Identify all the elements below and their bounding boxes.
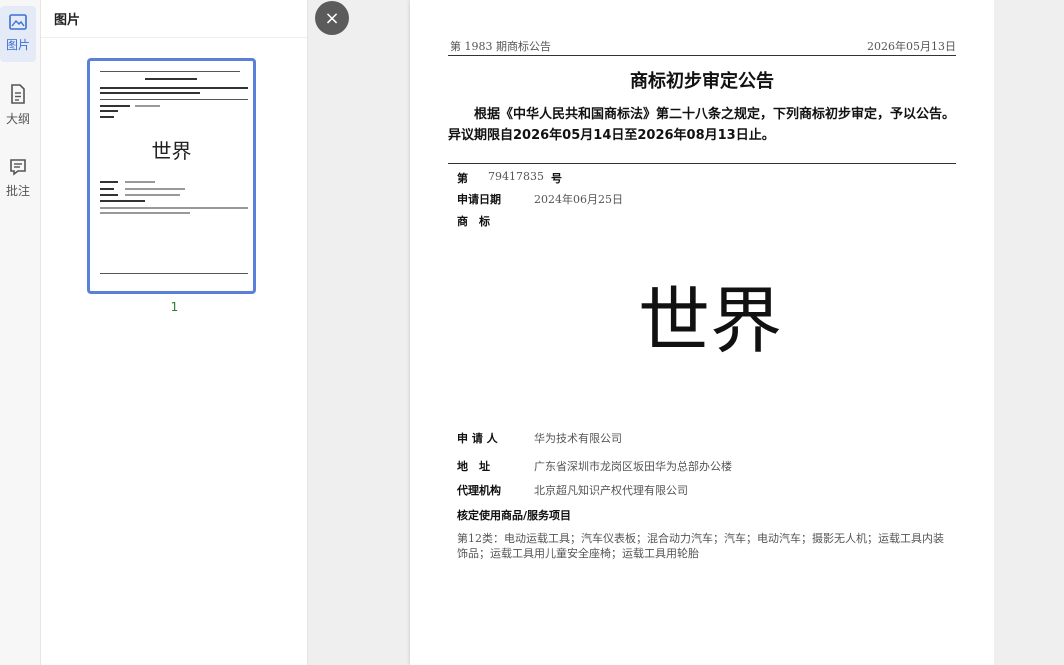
apply-date-value: 2024年06月25日	[534, 193, 623, 206]
thumb-header-rule	[100, 71, 240, 72]
thumb-text-line	[100, 212, 190, 214]
thumb-field-line	[125, 188, 185, 190]
thumb-field-line	[100, 105, 130, 107]
document-icon	[10, 84, 26, 108]
section-divider	[448, 163, 956, 164]
agent-label: 代理机构	[457, 484, 501, 497]
intro-paragraph: 根据《中华人民共和国商标法》第二十八条之规定，下列商标初步审定，予以公告。异议期…	[448, 107, 956, 143]
thumb-mark: 世界	[151, 139, 192, 163]
thumb-field-line	[100, 188, 114, 190]
thumb-field-line	[100, 116, 114, 118]
thumbnail-panel-title: 图片	[41, 0, 307, 38]
goods-label: 核定使用商品/服务项目	[457, 509, 572, 522]
left-icon-rail: 图片 大纲 批注	[0, 0, 41, 665]
right-gutter	[994, 0, 1064, 665]
sidebar-item-label: 图片	[5, 38, 30, 52]
thumb-field-line	[100, 181, 118, 183]
page-thumbnail[interactable]: 世界	[87, 58, 256, 294]
document-page: 第 1983 期商标公告 2026年05月13日 商标初步审定公告 根据《中华人…	[410, 0, 994, 665]
reg-no-value: 79417835	[488, 170, 544, 183]
thumb-divider	[100, 99, 248, 100]
header-rule	[448, 55, 956, 56]
applicant-value: 华为技术有限公司	[534, 432, 622, 445]
image-icon	[9, 14, 27, 34]
sidebar-item-label: 大纲	[5, 112, 30, 126]
thumb-field-line	[135, 105, 160, 107]
thumb-field-line	[125, 181, 155, 183]
close-button[interactable]: ×	[315, 1, 349, 35]
address-label: 地 址	[457, 460, 490, 473]
thumb-text-line	[100, 207, 248, 209]
mark-label: 商 标	[457, 215, 490, 228]
address-value: 广东省深圳市龙岗区坂田华为总部办公楼	[534, 460, 732, 473]
thumb-field-line	[100, 194, 118, 196]
thumb-footer-rule	[100, 273, 248, 274]
thumb-text-line	[100, 92, 200, 94]
page-number: 1	[170, 300, 179, 314]
issue-number: 第 1983 期商标公告	[450, 40, 551, 53]
thumb-title-line	[145, 78, 197, 80]
page-title: 商标初步审定公告	[630, 71, 774, 92]
agent-value: 北京超凡知识产权代理有限公司	[534, 484, 688, 497]
trademark-image: 世界	[637, 279, 782, 363]
thumb-field-line	[100, 200, 145, 202]
thumb-field-line	[100, 110, 118, 112]
comment-icon	[9, 158, 27, 180]
apply-date-label: 申请日期	[457, 193, 501, 206]
thumbnail-panel: 图片 世界 1	[41, 0, 308, 665]
thumb-text-line	[100, 87, 248, 89]
close-icon: ×	[324, 7, 340, 29]
thumb-field-line	[125, 194, 180, 196]
page-header: 第 1983 期商标公告 2026年05月13日	[450, 38, 956, 54]
applicant-label: 申 请 人	[457, 432, 498, 445]
reg-no-label: 第	[457, 172, 468, 185]
sidebar-item-images[interactable]: 图片	[0, 6, 36, 62]
sidebar-item-label: 批注	[5, 184, 30, 198]
publish-date: 2026年05月13日	[867, 40, 956, 53]
sidebar-item-outline[interactable]: 大纲	[0, 84, 36, 128]
reg-no-suffix: 号	[551, 172, 562, 185]
goods-list: 第12类：电动运载工具；汽车仪表板；混合动力汽车；汽车；电动汽车；摄影无人机；运…	[457, 532, 944, 560]
sidebar-item-comments[interactable]: 批注	[0, 158, 36, 202]
